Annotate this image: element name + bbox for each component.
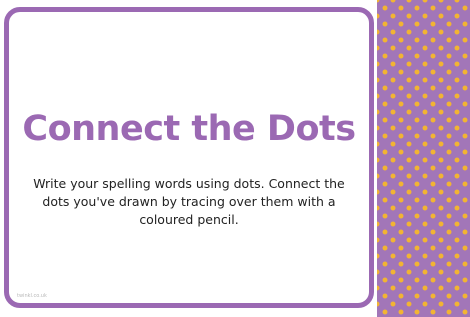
- footer-watermark: twinkl.co.uk: [17, 293, 47, 299]
- polka-dot-panel: [377, 0, 470, 317]
- instruction-card: Connect the Dots Write your spelling wor…: [4, 7, 374, 308]
- card-title: Connect the Dots: [22, 109, 356, 149]
- card-instructions: Write your spelling words using dots. Co…: [33, 176, 345, 227]
- page: Connect the Dots Write your spelling wor…: [0, 0, 470, 317]
